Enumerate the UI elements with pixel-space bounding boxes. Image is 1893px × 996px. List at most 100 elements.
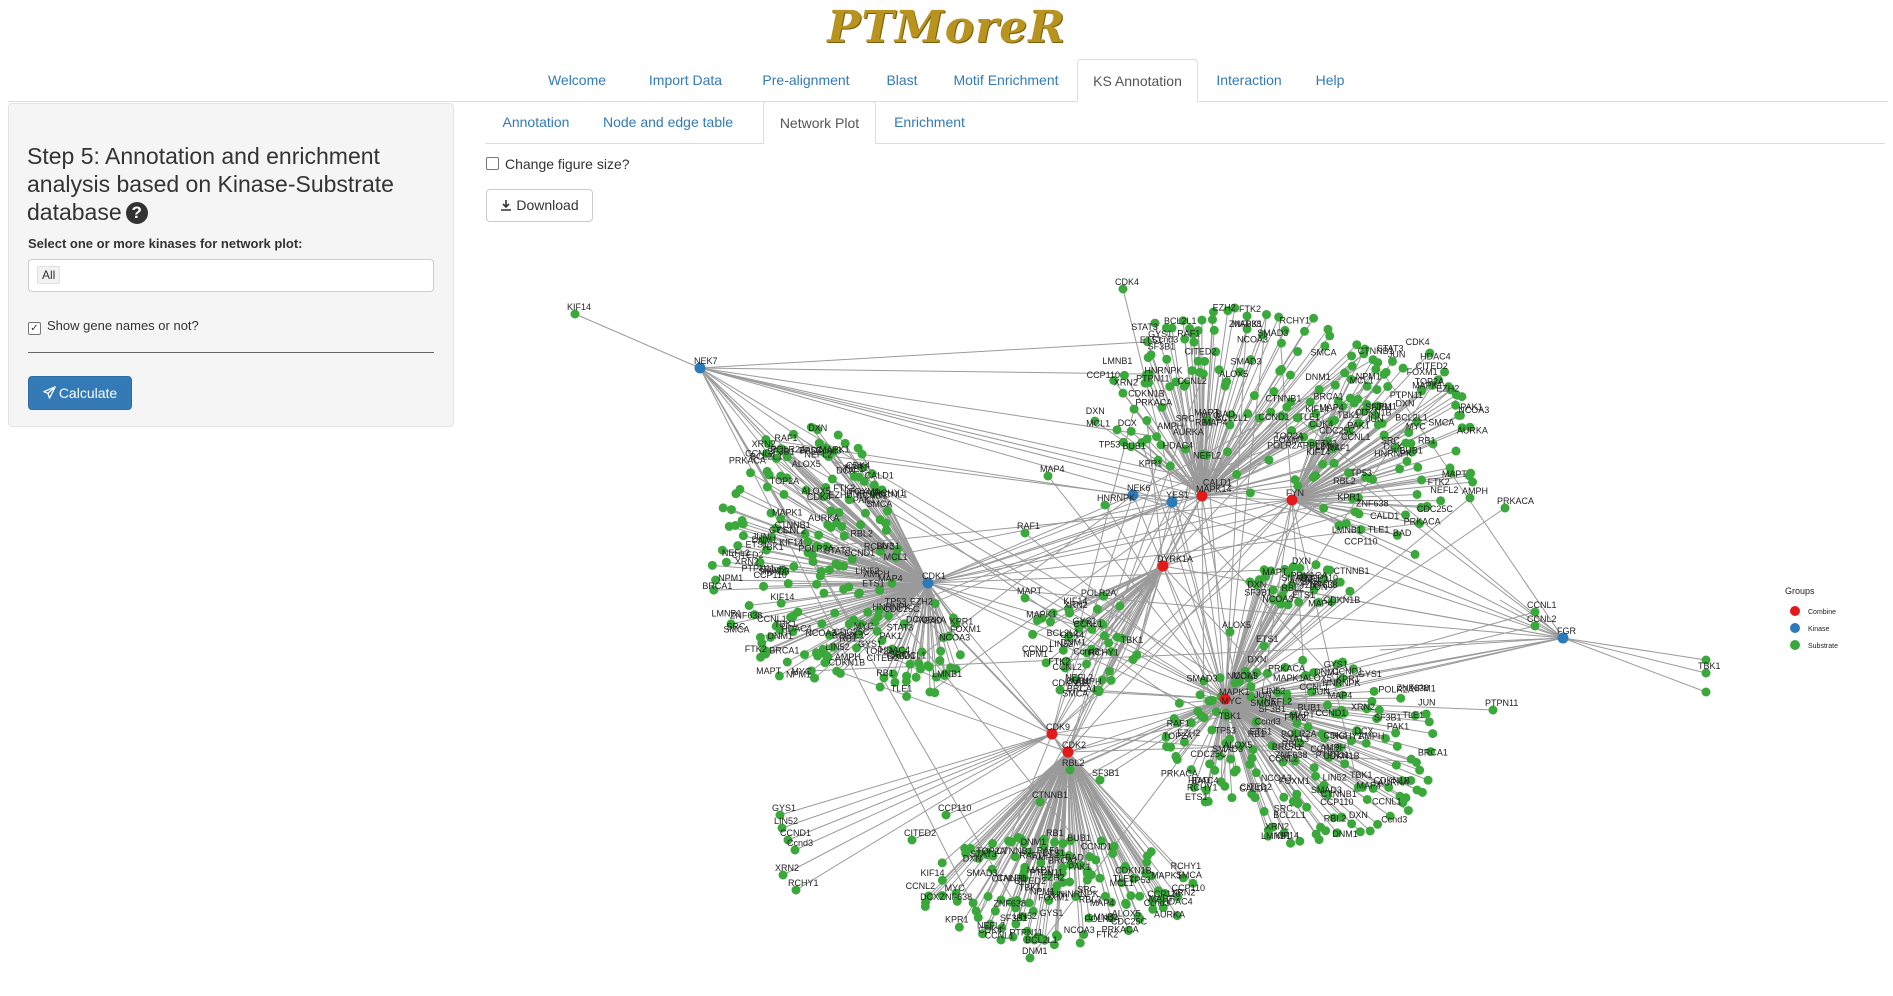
substrate-node [1391, 760, 1401, 770]
node-label: RBL2 [850, 529, 873, 539]
node-label: RAF1 [1037, 845, 1060, 855]
substrate-node [1106, 675, 1116, 685]
substrate-node [860, 508, 870, 518]
node-label: CDK4 [1309, 419, 1333, 429]
substrate-node [1250, 793, 1260, 803]
node-label: CCNL2 [1177, 376, 1207, 386]
node-label: CCNL1 [1527, 600, 1557, 610]
node-label: SMCA [1428, 418, 1454, 428]
hub-edge [1051, 501, 1173, 735]
node-label: BCL2L1 [1395, 412, 1428, 422]
node-label: KIF14 [1275, 831, 1299, 841]
network-plot: KIF14 CDK4 FTK2 BCL2L1 AMPH CCNL1 CCNL2 TBK1 GYS… [567, 277, 1838, 963]
substrate-node [1311, 771, 1321, 781]
node-label: RBL2 [1062, 758, 1085, 768]
node-label: PTPN11 [1316, 750, 1349, 760]
node-label: KPR1 [1337, 492, 1361, 502]
node-label: PAK1 [1387, 721, 1409, 731]
node-label: DNM1 [1061, 637, 1087, 647]
legend-swatch-kinase [1790, 623, 1800, 633]
node-label: CITED2 [904, 828, 936, 838]
node-label: CALD1 [865, 470, 894, 480]
node-label: SF3B1 [1259, 704, 1287, 714]
substrate-node [1121, 898, 1131, 908]
substrate-edge [779, 733, 1053, 816]
substrate-edge [781, 733, 1053, 829]
substrate-node [1232, 469, 1242, 479]
substrate-edge [795, 733, 1053, 891]
substrate-node [1316, 822, 1326, 832]
substrate-node [1323, 324, 1333, 334]
node-label: MAPT [1017, 586, 1043, 596]
node-label: LMNB1 [712, 609, 742, 619]
node-label: DXN [1086, 406, 1105, 416]
node-label: PTPN11 [1390, 390, 1423, 400]
hub-label: FGR [1557, 626, 1576, 636]
node-label: BRCA1 [702, 581, 732, 591]
node-label: MYC [1406, 421, 1427, 431]
substrate-node [983, 891, 993, 901]
node-label: DNM1 [1022, 946, 1048, 956]
node-label: KIF14 [567, 302, 591, 312]
substrate-node [1347, 819, 1357, 829]
node-label: BCL2L1 [1025, 935, 1058, 945]
substrate-node [1220, 781, 1230, 791]
node-label: EZH2 [1177, 728, 1200, 738]
node-label: HNRNPK [1097, 493, 1135, 503]
node-label: RAF1 [1327, 443, 1350, 453]
substrate-node [1209, 325, 1219, 335]
node-label: MCL1 [1086, 418, 1110, 428]
node-label: MYC [1221, 696, 1242, 706]
substrate-node [731, 489, 741, 499]
substrate-edge [1562, 637, 1707, 674]
node-label: CALD1 [1370, 511, 1399, 521]
node-label: BCL2L1 [832, 631, 865, 641]
substrate-node [799, 650, 809, 660]
node-label: TP53 [1350, 468, 1372, 478]
legend-swatch-combine [1790, 606, 1800, 616]
node-label: ALOX5 [1222, 620, 1251, 630]
hub-label: CDK1 [922, 571, 946, 581]
node-label: SF3B1 [1092, 768, 1120, 778]
node-label: TLE1 [1368, 524, 1390, 534]
node-label: CDK4 [1115, 277, 1139, 287]
substrate-node [1126, 426, 1136, 436]
node-label: KIF14 [921, 868, 945, 878]
substrate-node [1412, 489, 1422, 499]
node-label: DXN [1395, 398, 1414, 408]
node-label: CDKN1B [1355, 408, 1392, 418]
node-label: KPR1 [1336, 674, 1360, 684]
node-label: AMPH [1358, 731, 1384, 741]
node-label: CCP110 [1172, 883, 1205, 893]
node-label: PTPN11 [1030, 867, 1063, 877]
substrate-node [1451, 446, 1461, 456]
hub-label: NEK6 [1127, 483, 1151, 493]
node-label: MCL1 [1110, 878, 1134, 888]
substrate-node [1276, 338, 1286, 348]
substrate-node [1058, 838, 1068, 848]
substrate-node [1220, 381, 1230, 391]
node-label: BRCA1 [1314, 392, 1344, 402]
substrate-node [1347, 361, 1357, 371]
substrate-node [875, 515, 885, 525]
node-label: CCND1 [1315, 708, 1346, 718]
substrate-node [935, 656, 945, 666]
node-label: ZNF638 [1305, 580, 1338, 590]
node-label: CCNL1 [1372, 797, 1402, 807]
substrate-node [863, 607, 873, 617]
node-label: HDAC4 [1163, 441, 1194, 451]
substrate-node [1395, 464, 1405, 474]
node-label: KIF14 [1306, 447, 1330, 457]
node-label: BCL2L1 [1164, 316, 1197, 326]
node-label: SMCA [1311, 347, 1337, 357]
node-label: CCNL2 [1527, 614, 1557, 624]
substrate-node [1146, 847, 1156, 857]
node-label: RCHY1 [864, 542, 895, 552]
substrate-node [1092, 604, 1102, 614]
node-label: ALOX5 [802, 486, 831, 496]
substrate-node [1227, 793, 1237, 803]
substrate-node [762, 466, 772, 476]
substrate-node [1142, 416, 1152, 426]
node-label: NEFL2 [1430, 485, 1458, 495]
substrate-node [1104, 638, 1114, 648]
